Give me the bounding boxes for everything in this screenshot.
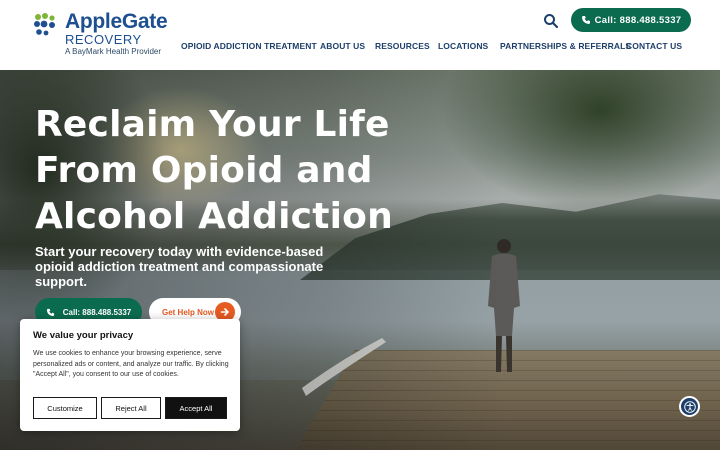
cookie-accept-button[interactable]: Accept All — [165, 397, 227, 419]
phone-icon — [46, 308, 54, 316]
site-header: AppleGate RECOVERY A BayMark Health Prov… — [0, 0, 720, 70]
main-nav: OPIOID ADDICTION TREATMENT ABOUT US RESO… — [0, 41, 720, 53]
nav-partnerships[interactable]: PARTNERSHIPS & REFERRALS — [500, 41, 631, 51]
cookie-text: We use cookies to enhance your browsing … — [33, 350, 229, 378]
nav-locations[interactable]: LOCATIONS — [438, 41, 488, 51]
search-icon[interactable] — [542, 12, 560, 30]
accessibility-button[interactable] — [679, 396, 700, 417]
hero-title: Reclaim Your Life From Opioid and Alcoho… — [35, 104, 393, 237]
nav-resources[interactable]: RESOURCES — [375, 41, 430, 51]
header-call-button[interactable]: Call: 888.488.5337 — [571, 8, 691, 32]
nav-opioid-treatment[interactable]: OPIOID ADDICTION TREATMENT — [181, 41, 317, 51]
brand-name: AppleGate — [65, 10, 168, 33]
phone-icon — [581, 16, 590, 24]
logo-dots-icon — [34, 13, 55, 36]
cookie-actions: Customize Reject All Accept All — [33, 397, 227, 419]
cookie-title: We value your privacy — [33, 330, 134, 341]
nav-about-us[interactable]: ABOUT US — [320, 41, 365, 51]
header-call-label: Call: 888.488.5337 — [594, 14, 682, 26]
cookie-consent-banner: We value your privacy We use cookies to … — [20, 319, 240, 431]
nav-contact-us[interactable]: CONTACT US — [626, 41, 682, 51]
hero-subtitle: Start your recovery today with evidence-… — [35, 244, 324, 289]
cookie-customize-button[interactable]: Customize — [33, 397, 97, 419]
get-help-label: Get Help Now — [162, 307, 215, 317]
cookie-reject-button[interactable]: Reject All — [101, 397, 161, 419]
hero-call-label: Call: 888.488.5337 — [62, 307, 132, 317]
accessibility-icon — [683, 400, 696, 413]
